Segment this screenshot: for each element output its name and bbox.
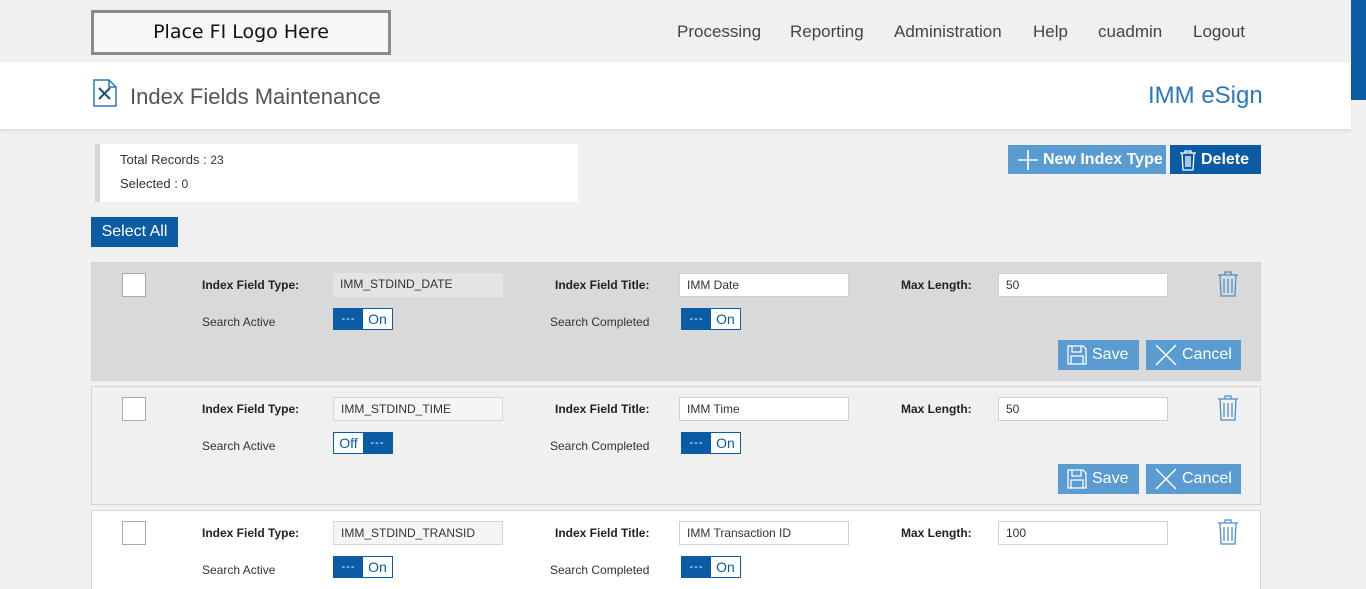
index-field-title-label: Index Field Title: [555, 526, 650, 540]
selected-label: Selected : [120, 176, 178, 191]
search-active-toggle[interactable]: --- On [333, 308, 393, 330]
row-checkbox[interactable] [122, 397, 146, 421]
toggle-handle: --- [334, 557, 363, 577]
index-field-row: Index Field Type: IMM_STDIND_TRANSID Ind… [91, 510, 1261, 589]
index-field-title-label: Index Field Title: [555, 402, 650, 416]
document-tools-icon [93, 79, 117, 107]
index-field-title-input[interactable]: IMM Transaction ID [679, 521, 849, 545]
save-button[interactable]: Save [1058, 464, 1139, 494]
max-length-label: Max Length: [901, 402, 972, 416]
close-icon [1155, 468, 1177, 490]
save-label: Save [1092, 470, 1129, 487]
new-index-type-button[interactable]: New Index Type [1008, 145, 1166, 174]
page-title: Index Fields Maintenance [130, 84, 381, 109]
top-bar: Place FI Logo Here Processing Reporting … [0, 0, 1366, 62]
toggle-handle: --- [334, 309, 363, 329]
selected-value: 0 [181, 177, 189, 191]
trash-icon[interactable] [1217, 271, 1239, 297]
max-length-input[interactable]: 50 [998, 397, 1168, 421]
save-label: Save [1092, 346, 1129, 363]
search-active-label: Search Active [202, 439, 276, 453]
selected-records: Selected : 0 [120, 176, 188, 191]
toggle-state: On [368, 311, 387, 327]
floppy-disk-icon [1067, 345, 1087, 365]
search-completed-toggle[interactable]: --- On [681, 556, 741, 578]
total-records-value: 23 [210, 153, 224, 167]
toggle-handle: --- [682, 557, 711, 577]
toggle-handle: --- [682, 433, 711, 453]
close-icon [1155, 344, 1177, 366]
delete-label: Delete [1201, 150, 1250, 168]
page-header: Index Fields Maintenance IMM eSign [0, 62, 1351, 129]
toggle-state: On [716, 559, 735, 575]
total-records: Total Records : 23 [120, 152, 224, 167]
records-summary: Total Records : 23 Selected : 0 [95, 144, 578, 202]
cancel-label: Cancel [1182, 470, 1232, 487]
max-length-label: Max Length: [901, 526, 972, 540]
search-completed-label: Search Completed [550, 439, 650, 453]
index-field-type-value: IMM_STDIND_TRANSID [333, 521, 503, 545]
save-button[interactable]: Save [1058, 340, 1139, 370]
delete-button[interactable]: Delete [1170, 145, 1261, 174]
plus-icon [1018, 149, 1038, 170]
cancel-button[interactable]: Cancel [1146, 340, 1241, 370]
toggle-state: On [368, 559, 387, 575]
index-field-type-label: Index Field Type: [202, 278, 300, 292]
search-active-label: Search Active [202, 563, 276, 577]
index-field-title-input[interactable]: IMM Time [679, 397, 849, 421]
index-field-row: Index Field Type: IMM_STDIND_DATE Index … [91, 262, 1261, 381]
trash-icon[interactable] [1217, 519, 1239, 545]
index-field-type-label: Index Field Type: [202, 402, 300, 416]
row-checkbox[interactable] [122, 273, 146, 297]
nav-logout[interactable]: Logout [1193, 22, 1245, 42]
index-field-type-value: IMM_STDIND_TIME [333, 397, 503, 421]
max-length-label: Max Length: [901, 278, 972, 292]
search-completed-label: Search Completed [550, 315, 650, 329]
cancel-button[interactable]: Cancel [1146, 464, 1241, 494]
toggle-state: On [716, 435, 735, 451]
index-field-type-value: IMM_STDIND_DATE [333, 273, 503, 297]
nav-help[interactable]: Help [1033, 22, 1068, 42]
brand-label: IMM eSign [1148, 82, 1263, 109]
max-length-input[interactable]: 50 [998, 273, 1168, 297]
index-field-title-input[interactable]: IMM Date [679, 273, 849, 297]
index-field-type-label: Index Field Type: [202, 526, 300, 540]
index-field-title-label: Index Field Title: [555, 278, 650, 292]
trash-icon[interactable] [1217, 395, 1239, 421]
nav-user-cuadmin[interactable]: cuadmin [1098, 22, 1162, 42]
max-length-input[interactable]: 100 [998, 521, 1168, 545]
trash-icon [1180, 149, 1196, 171]
search-completed-toggle[interactable]: --- On [681, 432, 741, 454]
toggle-handle: --- [363, 433, 392, 453]
nav-reporting[interactable]: Reporting [790, 22, 864, 42]
cancel-label: Cancel [1182, 346, 1232, 363]
row-checkbox[interactable] [122, 521, 146, 545]
scrollbar-thumb[interactable] [1351, 0, 1366, 100]
search-completed-label: Search Completed [550, 563, 650, 577]
logo-placeholder: Place FI Logo Here [91, 10, 391, 55]
search-active-toggle[interactable]: --- On [333, 556, 393, 578]
toggle-state: Off [339, 435, 358, 451]
toggle-handle: --- [682, 309, 711, 329]
toggle-state: On [716, 311, 735, 327]
select-all-button[interactable]: Select All [91, 217, 178, 247]
search-active-toggle[interactable]: Off --- [333, 432, 393, 454]
nav-administration[interactable]: Administration [894, 22, 1002, 42]
search-active-label: Search Active [202, 315, 276, 329]
total-records-label: Total Records : [120, 152, 207, 167]
floppy-disk-icon [1067, 469, 1087, 489]
new-index-type-label: New Index Type [1043, 150, 1163, 168]
nav-processing[interactable]: Processing [677, 22, 761, 42]
index-field-row: Index Field Type: IMM_STDIND_TIME Index … [91, 386, 1261, 505]
search-completed-toggle[interactable]: --- On [681, 308, 741, 330]
